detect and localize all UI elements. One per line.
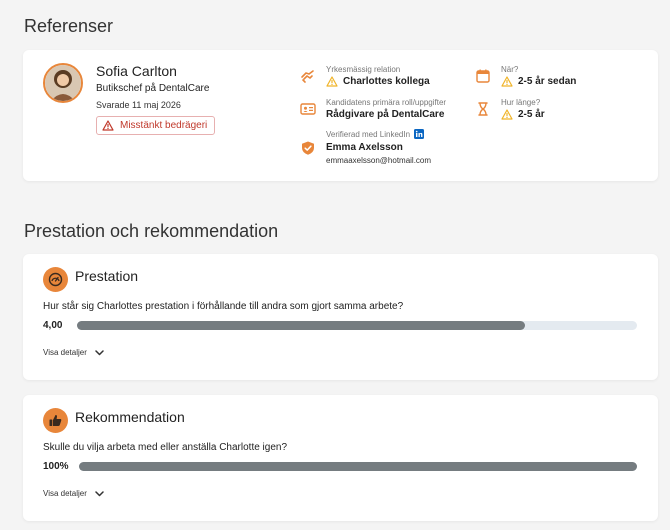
recommendation-details-toggle[interactable]: Visa detaljer bbox=[43, 489, 104, 498]
linkedin-name: Emma Axelsson bbox=[326, 142, 403, 153]
reference-card: Sofia Carlton Butikschef på DentalCare S… bbox=[23, 50, 658, 181]
relation-text: Charlottes kollega bbox=[343, 76, 430, 87]
recommendation-bar-fill bbox=[79, 462, 637, 471]
duration-text: 2-5 år bbox=[518, 109, 545, 120]
linkedin-icon bbox=[414, 129, 425, 139]
recommendation-score: 100% bbox=[43, 461, 69, 472]
gauge-icon bbox=[48, 272, 63, 287]
when-text: 2-5 år sedan bbox=[518, 76, 577, 87]
performance-title: Prestation bbox=[75, 268, 139, 284]
when-label: När? bbox=[501, 65, 519, 74]
id-card-icon bbox=[300, 103, 316, 115]
performance-score: 4,00 bbox=[43, 320, 63, 331]
avatar bbox=[43, 63, 83, 103]
suspected-fraud-label: Misstänkt bedrägeri bbox=[120, 120, 208, 131]
answered-date: Svarade 11 maj 2026 bbox=[96, 100, 181, 110]
thumbs-up-icon bbox=[49, 414, 62, 426]
linkedin-verification: Verifierad med LinkedIn bbox=[326, 129, 425, 139]
recommendation-question: Skulle du vilja arbeta med eller anställ… bbox=[43, 442, 288, 453]
warning-icon bbox=[326, 76, 338, 87]
duration-label: Hur länge? bbox=[501, 98, 541, 107]
performance-details-toggle[interactable]: Visa detaljer bbox=[43, 348, 104, 357]
performance-badge bbox=[43, 267, 68, 292]
linkedin-email: emmaaxelsson@hotmail.com bbox=[326, 156, 432, 165]
calendar-icon bbox=[476, 69, 490, 83]
recommendation-details-label: Visa detaljer bbox=[43, 489, 87, 498]
linkedin-label: Verifierad med LinkedIn bbox=[326, 129, 411, 139]
performance-bar bbox=[77, 321, 637, 330]
recommendation-title: Rekommendation bbox=[75, 409, 185, 425]
performance-heading: Prestation och rekommendation bbox=[24, 221, 279, 241]
references-heading: Referenser bbox=[24, 16, 114, 36]
shield-check-icon bbox=[302, 141, 314, 155]
reference-title: Butikschef på DentalCare bbox=[96, 83, 210, 94]
performance-bar-fill bbox=[77, 321, 525, 330]
warning-icon bbox=[501, 76, 513, 87]
hourglass-icon bbox=[478, 102, 488, 116]
chevron-down-icon bbox=[95, 349, 104, 355]
when-value: 2-5 år sedan bbox=[501, 76, 576, 87]
relation-label: Yrkesmässig relation bbox=[326, 65, 401, 74]
warning-icon bbox=[102, 120, 114, 131]
suspected-fraud-badge[interactable]: Misstänkt bedrägeri bbox=[96, 116, 216, 135]
relation-value: Charlottes kollega bbox=[326, 76, 430, 87]
handshake-icon bbox=[301, 70, 314, 83]
recommendation-card: Rekommendation Skulle du vilja arbeta me… bbox=[23, 395, 658, 521]
performance-details-label: Visa detaljer bbox=[43, 348, 87, 357]
performance-card: Prestation Hur står sig Charlottes prest… bbox=[23, 254, 658, 380]
chevron-down-icon bbox=[95, 490, 104, 496]
role-value: Rådgivare på DentalCare bbox=[326, 109, 445, 120]
role-label: Kandidatens primära roll/uppgifter bbox=[326, 98, 447, 107]
performance-question: Hur står sig Charlottes prestation i för… bbox=[43, 301, 404, 312]
recommendation-bar bbox=[79, 462, 637, 471]
reference-name: Sofia Carlton bbox=[96, 63, 177, 79]
duration-value: 2-5 år bbox=[501, 109, 545, 120]
warning-icon bbox=[501, 109, 513, 120]
recommendation-badge bbox=[43, 408, 68, 433]
